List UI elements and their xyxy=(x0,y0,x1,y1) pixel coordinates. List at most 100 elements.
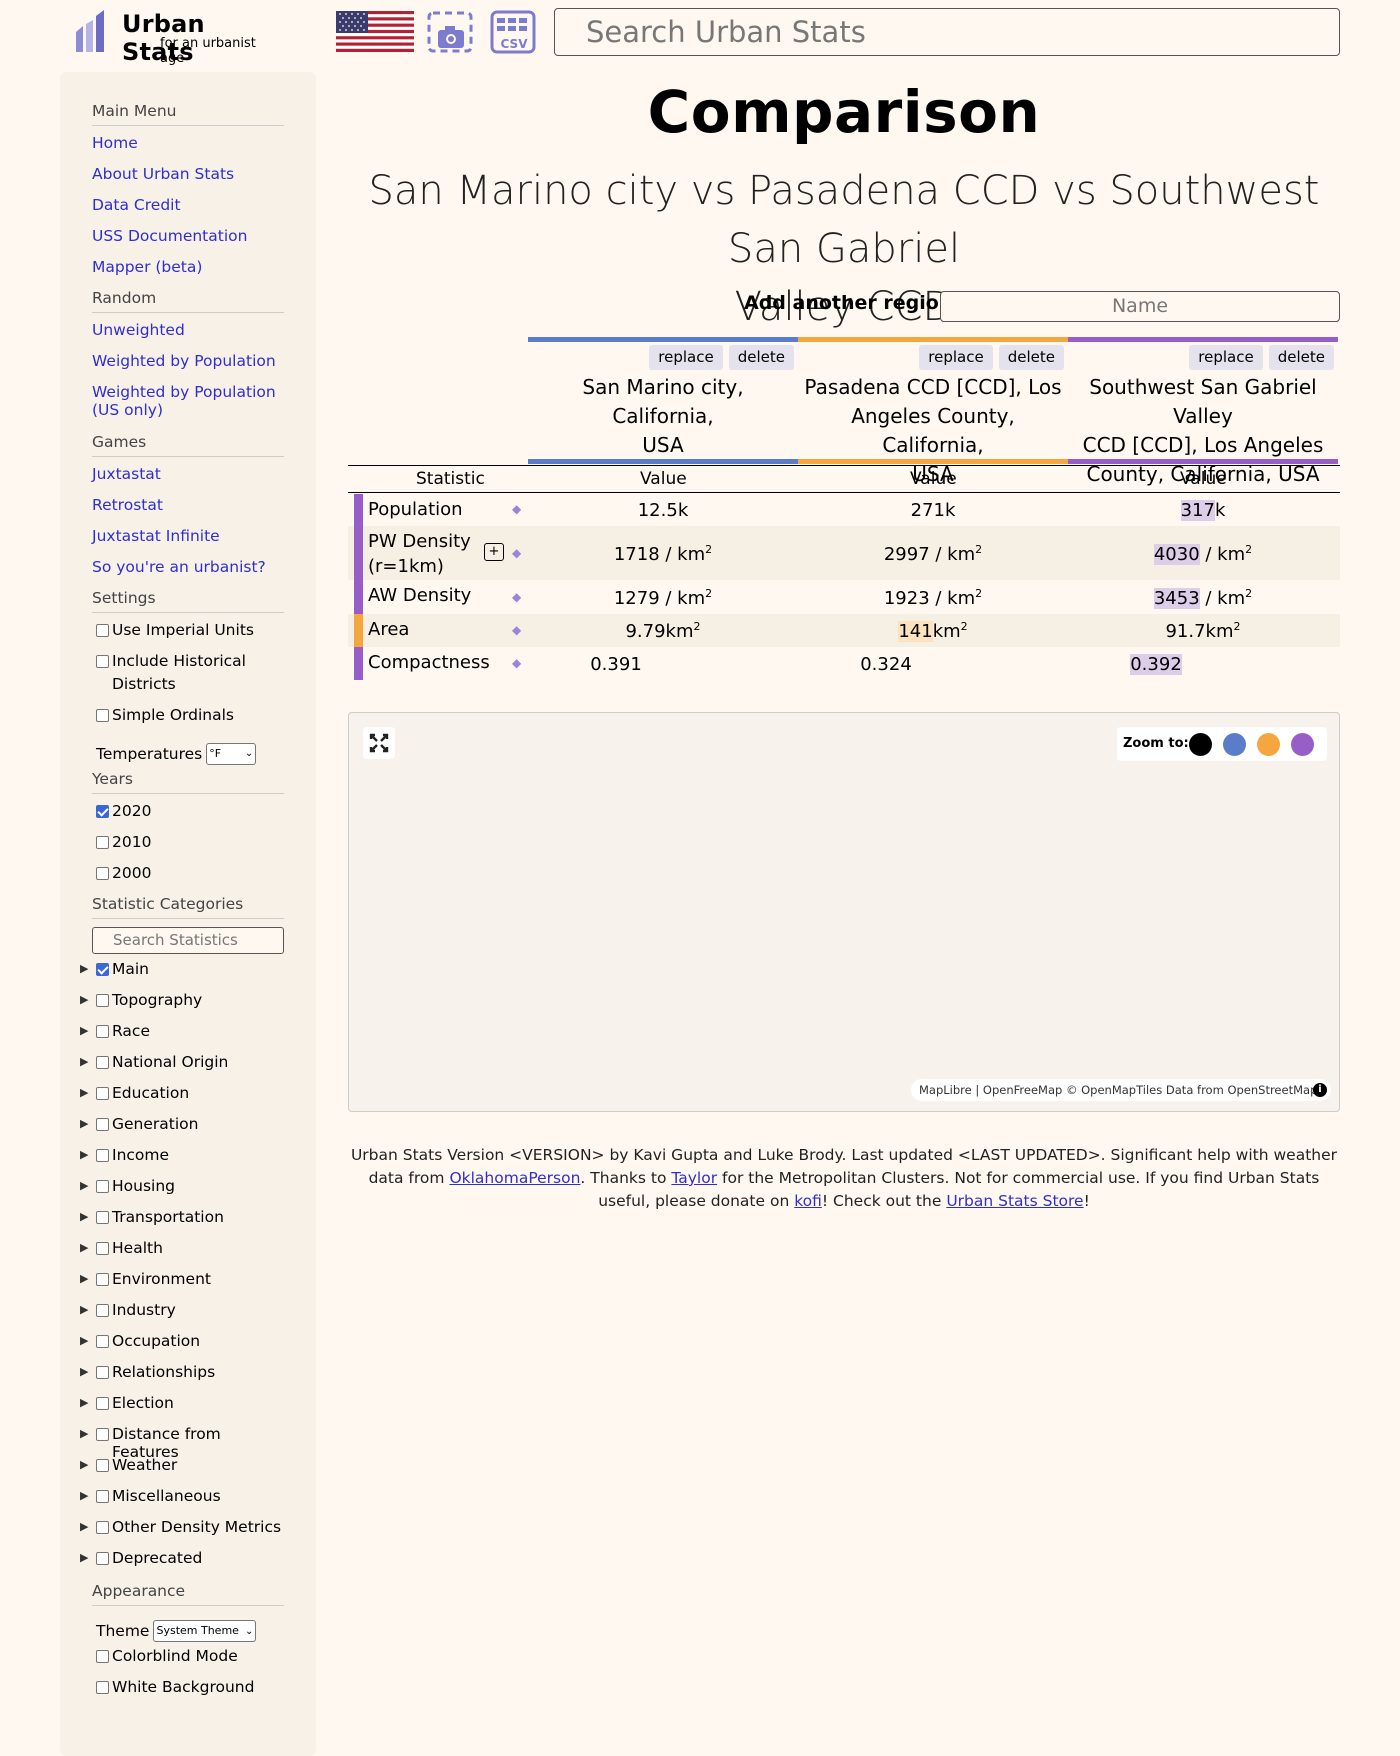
expand-triangle-icon[interactable]: ▶ xyxy=(80,1241,88,1254)
expand-plus-icon[interactable]: + xyxy=(484,543,504,561)
white-background-checkbox[interactable] xyxy=(96,1681,109,1694)
category-item[interactable]: ▶ Education xyxy=(80,1084,284,1115)
category-item[interactable]: ▶ Election xyxy=(80,1394,284,1425)
category-item[interactable]: ▶ Industry xyxy=(80,1301,284,1332)
replace-region-1-button[interactable]: replace xyxy=(649,345,723,370)
year-2010-option[interactable]: 2010 xyxy=(92,833,284,864)
colorblind-mode-option[interactable]: Colorblind Mode xyxy=(92,1647,284,1678)
taylor-link[interactable]: Taylor xyxy=(671,1169,717,1187)
urban-stats-store-link[interactable]: Urban Stats Store xyxy=(946,1192,1083,1210)
category-item[interactable]: ▶ National Origin xyxy=(80,1053,284,1084)
zoom-region-2-button[interactable] xyxy=(1257,733,1280,756)
white-background-option[interactable]: White Background xyxy=(92,1678,284,1709)
nav-about-link[interactable]: About Urban Stats xyxy=(92,165,234,183)
theme-select[interactable]: System Theme ⌄ xyxy=(153,1619,257,1642)
colorblind-mode-checkbox[interactable] xyxy=(96,1650,109,1663)
sort-icon[interactable]: ◆ xyxy=(512,502,521,516)
maplibre-link[interactable]: MapLibre xyxy=(919,1083,972,1097)
expand-triangle-icon[interactable]: ▶ xyxy=(80,1210,88,1223)
delete-region-1-button[interactable]: delete xyxy=(728,345,794,370)
delete-region-3-button[interactable]: delete xyxy=(1268,345,1334,370)
game-juxtastat-link[interactable]: Juxtastat xyxy=(92,465,161,483)
year-2000-checkbox[interactable] xyxy=(96,867,109,880)
info-icon[interactable]: i xyxy=(1313,1083,1327,1097)
category-item[interactable]: ▶ Deprecated xyxy=(80,1549,284,1580)
expand-triangle-icon[interactable]: ▶ xyxy=(80,1179,88,1192)
delete-region-2-button[interactable]: delete xyxy=(998,345,1064,370)
category-checkbox[interactable] xyxy=(96,1335,109,1348)
simple-ordinals-option[interactable]: Simple Ordinals xyxy=(92,706,284,737)
category-item[interactable]: ▶ Relationships xyxy=(80,1363,284,1394)
category-item[interactable]: ▶ Miscellaneous xyxy=(80,1487,284,1518)
expand-triangle-icon[interactable]: ▶ xyxy=(80,1086,88,1099)
category-checkbox[interactable] xyxy=(96,1552,109,1565)
category-item[interactable]: ▶ Generation xyxy=(80,1115,284,1146)
year-2000-option[interactable]: 2000 xyxy=(92,864,284,895)
us-flag-icon[interactable] xyxy=(336,11,414,52)
zoom-all-button[interactable] xyxy=(1189,733,1212,756)
expand-triangle-icon[interactable]: ▶ xyxy=(80,1458,88,1471)
category-checkbox[interactable] xyxy=(96,1397,109,1410)
random-weighted-population-link[interactable]: Weighted by Population xyxy=(92,352,276,370)
expand-triangle-icon[interactable]: ▶ xyxy=(80,962,88,975)
fullscreen-button[interactable] xyxy=(363,727,395,759)
game-retrostat-link[interactable]: Retrostat xyxy=(92,496,163,514)
category-checkbox[interactable] xyxy=(96,1211,109,1224)
category-checkbox[interactable] xyxy=(96,1304,109,1317)
category-item[interactable]: ▶ Distance from Features xyxy=(80,1425,284,1461)
category-checkbox[interactable] xyxy=(96,1521,109,1534)
expand-triangle-icon[interactable]: ▶ xyxy=(80,1427,88,1440)
category-checkbox[interactable] xyxy=(96,1149,109,1162)
search-statistics-input[interactable]: Search Statistics xyxy=(92,927,284,954)
zoom-region-3-button[interactable] xyxy=(1291,733,1314,756)
openmaptiles-link[interactable]: © OpenMapTiles xyxy=(1066,1083,1162,1097)
imperial-units-checkbox[interactable] xyxy=(96,624,109,637)
region-1-name[interactable]: San Marino city, California, USA xyxy=(528,373,798,460)
year-2010-checkbox[interactable] xyxy=(96,836,109,849)
category-checkbox[interactable] xyxy=(96,1180,109,1193)
category-item[interactable]: ▶ Weather xyxy=(80,1456,284,1487)
search-input[interactable]: Search Urban Stats xyxy=(554,8,1340,56)
expand-triangle-icon[interactable]: ▶ xyxy=(80,993,88,1006)
imperial-units-option[interactable]: Use Imperial Units xyxy=(92,621,284,652)
kofi-link[interactable]: kofi xyxy=(794,1192,822,1210)
csv-icon[interactable]: CSV xyxy=(490,10,538,54)
category-checkbox[interactable] xyxy=(96,994,109,1007)
historical-districts-checkbox[interactable] xyxy=(96,655,109,668)
category-checkbox[interactable] xyxy=(96,1242,109,1255)
expand-triangle-icon[interactable]: ▶ xyxy=(80,1365,88,1378)
random-unweighted-link[interactable]: Unweighted xyxy=(92,321,185,339)
category-checkbox[interactable] xyxy=(96,963,109,976)
category-checkbox[interactable] xyxy=(96,1366,109,1379)
screenshot-icon[interactable] xyxy=(426,10,474,54)
expand-triangle-icon[interactable]: ▶ xyxy=(80,1489,88,1502)
nav-uss-docs-link[interactable]: USS Documentation xyxy=(92,227,247,245)
expand-triangle-icon[interactable]: ▶ xyxy=(80,1055,88,1068)
expand-triangle-icon[interactable]: ▶ xyxy=(80,1520,88,1533)
zoom-region-1-button[interactable] xyxy=(1223,733,1246,756)
temperatures-select[interactable]: °F ⌄ xyxy=(206,742,257,765)
year-2020-checkbox[interactable] xyxy=(96,805,109,818)
expand-triangle-icon[interactable]: ▶ xyxy=(80,1272,88,1285)
category-checkbox[interactable] xyxy=(96,1056,109,1069)
category-checkbox[interactable] xyxy=(96,1490,109,1503)
random-weighted-us-link[interactable]: Weighted by Population (US only) xyxy=(92,383,276,419)
replace-region-3-button[interactable]: replace xyxy=(1189,345,1263,370)
game-urbanist-quiz-link[interactable]: So you're an urbanist? xyxy=(92,558,266,576)
simple-ordinals-checkbox[interactable] xyxy=(96,709,109,722)
expand-triangle-icon[interactable]: ▶ xyxy=(80,1303,88,1316)
category-checkbox[interactable] xyxy=(96,1428,109,1441)
category-item[interactable]: ▶ Occupation xyxy=(80,1332,284,1363)
category-item[interactable]: ▶ Health xyxy=(80,1239,284,1270)
year-2020-option[interactable]: 2020 xyxy=(92,802,284,833)
oklahomaperson-link[interactable]: OklahomaPerson xyxy=(449,1169,580,1187)
sort-icon[interactable]: ◆ xyxy=(512,590,521,604)
expand-triangle-icon[interactable]: ▶ xyxy=(80,1117,88,1130)
category-item[interactable]: ▶ Topography xyxy=(80,991,284,1022)
category-item[interactable]: ▶ Main xyxy=(80,960,284,991)
category-item[interactable]: ▶ Environment xyxy=(80,1270,284,1301)
sort-icon[interactable]: ◆ xyxy=(512,656,521,670)
category-checkbox[interactable] xyxy=(96,1025,109,1038)
category-checkbox[interactable] xyxy=(96,1273,109,1286)
nav-data-credit-link[interactable]: Data Credit xyxy=(92,196,181,214)
